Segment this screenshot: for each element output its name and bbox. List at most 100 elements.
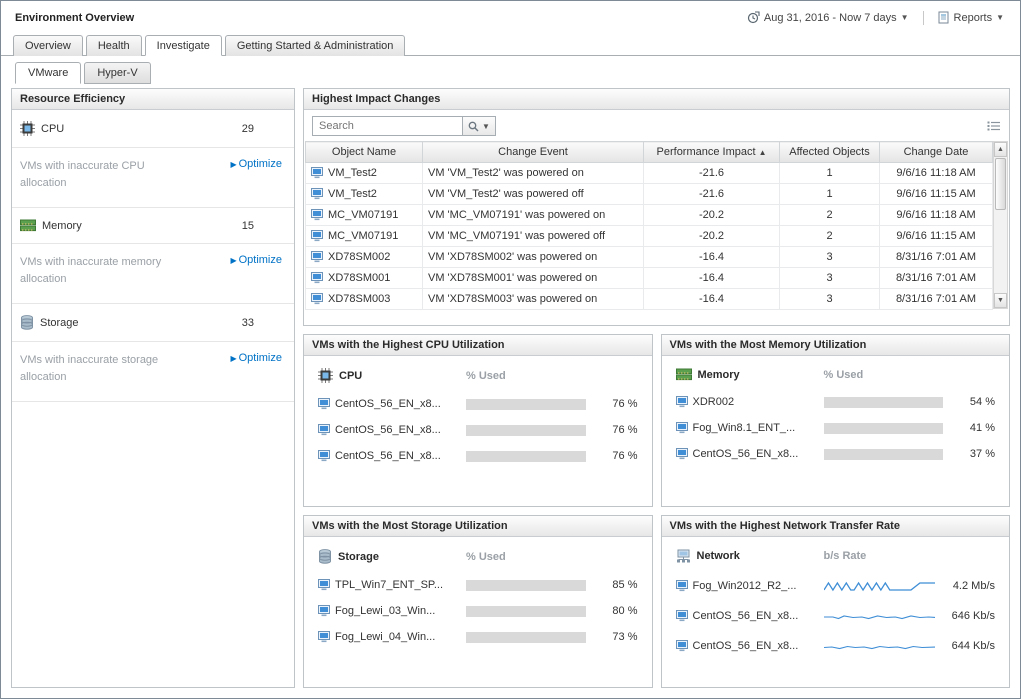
table-row[interactable]: XD78SM001 VM 'XD78SM001' was powered on … [306, 268, 993, 289]
util-row[interactable]: CentOS_56_EN_x8... 76 % [304, 443, 652, 469]
cpu-allocation-note: VMs with inaccurate CPU allocation ▶Opti… [12, 148, 294, 208]
vm-icon [311, 209, 323, 221]
tab-label: Overview [25, 40, 71, 52]
tab-health[interactable]: Health [86, 35, 142, 56]
usage-value: 73 % [586, 631, 638, 643]
vm-icon [311, 230, 323, 242]
util-row[interactable]: CentOS_56_EN_x8... 646 Kb/s [662, 601, 1010, 631]
table-row[interactable]: VM_Test2 VM 'VM_Test2' was powered off -… [306, 184, 993, 205]
util-row[interactable]: Fog_Lewi_04_Win... 73 % [304, 624, 652, 650]
resource-row-storage[interactable]: Storage 33 [12, 304, 294, 342]
table-row[interactable]: XD78SM002 VM 'XD78SM002' was powered on … [306, 247, 993, 268]
search-dropdown-button[interactable]: ▼ [462, 116, 496, 136]
usage-bar [824, 423, 944, 434]
performance-impact: -16.4 [644, 247, 780, 268]
metric-label: b/s Rate [824, 550, 867, 562]
tab-label: Getting Started & Administration [237, 40, 394, 52]
usage-value: 76 % [586, 424, 638, 436]
column-header-performance-impact[interactable]: Performance Impact▲ [644, 142, 780, 163]
change-date: 8/31/16 7:01 AM [880, 247, 993, 268]
optimize-memory-link[interactable]: ▶Optimize [230, 254, 286, 266]
scroll-down-button[interactable]: ▼ [994, 293, 1007, 308]
change-date: 9/6/16 11:15 AM [880, 226, 993, 247]
network-panel-header: Network b/s Rate [662, 537, 1010, 571]
table-row[interactable]: VM_Test2 VM 'VM_Test2' was powered on -2… [306, 163, 993, 184]
subtab-vmware[interactable]: VMware [15, 62, 81, 84]
table-row[interactable]: MC_VM07191 VM 'MC_VM07191' was powered o… [306, 205, 993, 226]
vm-name: CentOS_56_EN_x8... [335, 450, 441, 462]
network-sparkline [824, 578, 936, 594]
scroll-up-button[interactable]: ▲ [994, 142, 1007, 157]
table-row[interactable]: XD78SM003 VM 'XD78SM003' was powered on … [306, 289, 993, 310]
scrollbar-track[interactable] [994, 211, 1007, 293]
search-input[interactable] [312, 116, 462, 136]
sort-ascending-icon: ▲ [759, 148, 767, 157]
util-row[interactable]: Fog_Lewi_03_Win... 80 % [304, 598, 652, 624]
util-row[interactable]: Fog_Win8.1_ENT_... 41 % [662, 415, 1010, 441]
subtab-hyperv[interactable]: Hyper-V [84, 62, 150, 84]
util-row[interactable]: XDR002 54 % [662, 389, 1010, 415]
resource-efficiency-panel: Resource Efficiency CPU 29 VMs with inac… [11, 88, 295, 688]
object-name: MC_VM07191 [328, 230, 398, 242]
resource-row-cpu[interactable]: CPU 29 [12, 110, 294, 148]
util-row[interactable]: CentOS_56_EN_x8... 644 Kb/s [662, 631, 1010, 661]
time-range-label: Aug 31, 2016 - Now 7 days [764, 12, 897, 24]
time-range-selector[interactable]: Aug 31, 2016 - Now 7 days ▼ [743, 9, 913, 26]
optimize-cpu-link[interactable]: ▶Optimize [230, 158, 286, 170]
resource-label: Storage [40, 317, 79, 329]
util-row[interactable]: CentOS_56_EN_x8... 37 % [662, 441, 1010, 467]
cpu-icon [318, 368, 333, 383]
column-label: Affected Objects [789, 146, 870, 158]
vm-icon [676, 396, 688, 408]
scrollbar-thumb[interactable] [995, 158, 1006, 210]
vertical-scrollbar[interactable]: ▲ ▼ [993, 141, 1008, 309]
util-row[interactable]: TPL_Win7_ENT_SP... 85 % [304, 572, 652, 598]
vm-icon [676, 422, 688, 434]
highest-impact-changes-panel: Highest Impact Changes ▼ [303, 88, 1010, 326]
utilization-grid: VMs with the Highest CPU Utilization CPU… [303, 334, 1010, 688]
vm-name: CentOS_56_EN_x8... [693, 448, 799, 460]
network-sparkline [824, 608, 936, 624]
usage-value: 41 % [943, 422, 995, 434]
table-row[interactable]: MC_VM07191 VM 'MC_VM07191' was powered o… [306, 226, 993, 247]
change-event: VM 'VM_Test2' was powered on [423, 163, 644, 184]
tab-overview[interactable]: Overview [13, 35, 83, 56]
tab-getting-started[interactable]: Getting Started & Administration [225, 35, 406, 56]
top-controls: Aug 31, 2016 - Now 7 days ▼ Reports ▼ [743, 9, 1008, 26]
vm-icon [311, 272, 323, 284]
panel-title: Highest Impact Changes [304, 89, 1009, 110]
tab-investigate[interactable]: Investigate [145, 35, 222, 56]
reports-button[interactable]: Reports ▼ [934, 9, 1008, 26]
performance-impact: -16.4 [644, 268, 780, 289]
table-customizer-button[interactable] [987, 120, 1001, 132]
change-date: 9/6/16 11:18 AM [880, 163, 993, 184]
util-row[interactable]: Fog_Win2012_R2_... 4.2 Mb/s [662, 571, 1010, 601]
column-header-change-date[interactable]: Change Date [880, 142, 993, 163]
optimize-storage-link[interactable]: ▶Optimize [230, 352, 286, 364]
column-header-object-name[interactable]: Object Name [306, 142, 423, 163]
search-caret-icon: ▼ [482, 122, 490, 131]
note-text: VMs with inaccurate CPU allocation [20, 158, 170, 191]
resource-row-memory[interactable]: Memory 15 [12, 208, 294, 244]
content-area: Resource Efficiency CPU 29 VMs with inac… [1, 84, 1020, 698]
vm-icon [676, 580, 688, 592]
affected-objects: 2 [780, 205, 880, 226]
column-label: Change Event [498, 146, 568, 158]
object-name: XD78SM001 [328, 272, 390, 284]
column-header-change-event[interactable]: Change Event [423, 142, 644, 163]
divider [923, 11, 924, 25]
util-row[interactable]: CentOS_56_EN_x8... 76 % [304, 417, 652, 443]
resource-label: Network [697, 550, 740, 562]
column-header-affected-objects[interactable]: Affected Objects [780, 142, 880, 163]
panel-title: VMs with the Highest Network Transfer Ra… [662, 516, 1010, 537]
resource-count: 33 [242, 317, 286, 329]
page-title: Environment Overview [15, 12, 134, 24]
vm-name: CentOS_56_EN_x8... [335, 424, 441, 436]
usage-value: 80 % [586, 605, 638, 617]
vm-name: Fog_Win2012_R2_... [693, 580, 797, 592]
memory-allocation-note: VMs with inaccurate memory allocation ▶O… [12, 244, 294, 304]
optimize-arrow-icon: ▶ [230, 256, 236, 265]
util-row[interactable]: CentOS_56_EN_x8... 76 % [304, 391, 652, 417]
panel-title: VMs with the Most Memory Utilization [662, 335, 1010, 356]
vm-name: CentOS_56_EN_x8... [693, 640, 799, 652]
